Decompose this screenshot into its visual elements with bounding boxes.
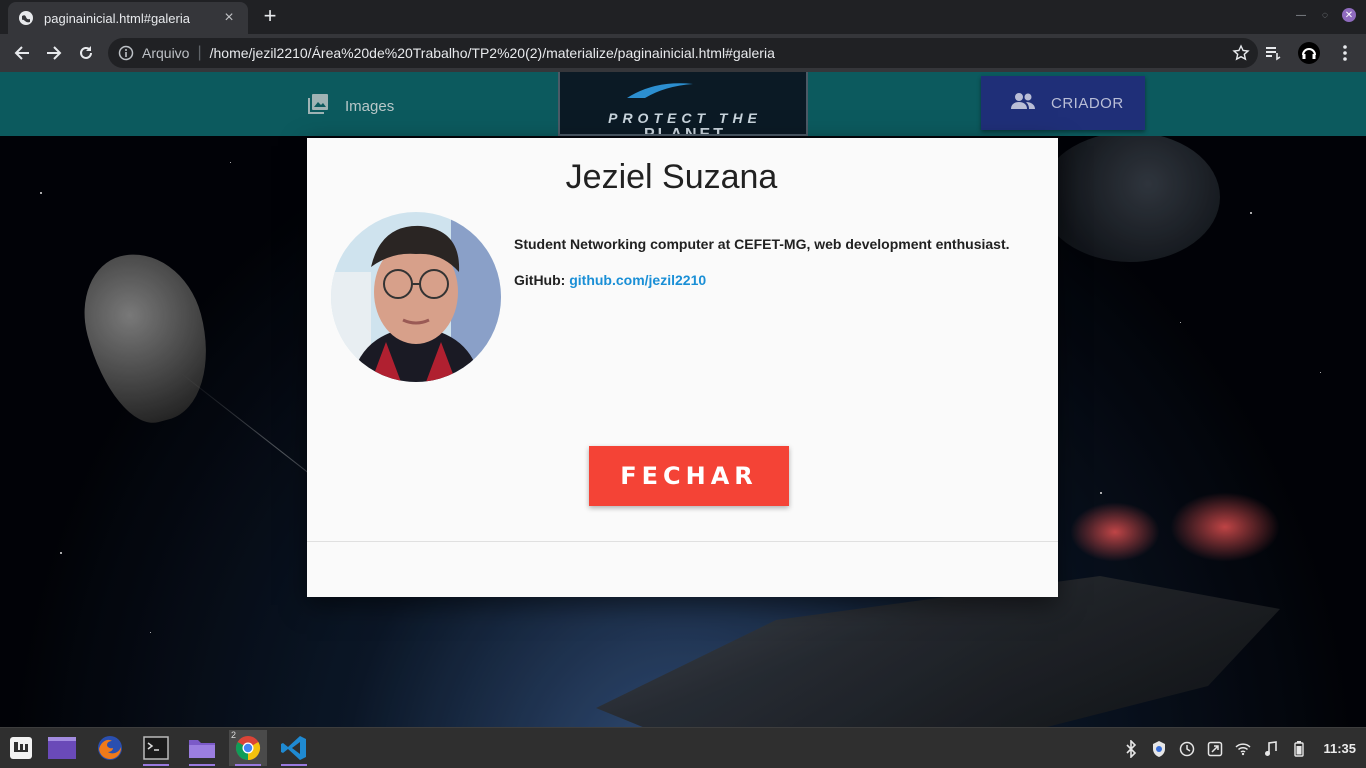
active-indicator	[281, 764, 307, 766]
bookmark-star-icon[interactable]	[1232, 44, 1250, 62]
browser-tab[interactable]: paginainicial.html#galeria ×	[8, 2, 248, 34]
battery-icon[interactable]	[1291, 740, 1307, 757]
back-icon[interactable]	[10, 41, 34, 65]
address-bar[interactable]: Arquivo | /home/jezil2210/Área%20de%20Tr…	[108, 38, 1258, 68]
modal-footer	[307, 541, 1058, 597]
github-prefix: GitHub:	[514, 272, 566, 288]
clock[interactable]: 11:35	[1323, 741, 1356, 757]
github-line: GitHub: github.com/jezil2210	[514, 272, 706, 288]
nav-images-link[interactable]: Images	[307, 93, 394, 119]
active-indicator	[235, 764, 261, 766]
menu-kebab-icon[interactable]	[1334, 42, 1356, 64]
files-folder-icon[interactable]	[183, 730, 221, 766]
site-navbar: Images PROTECT THE PLANET CRIADOR	[0, 72, 1366, 136]
url-text: /home/jezil2210/Área%20de%20Trabalho/TP2…	[209, 45, 775, 61]
creator-bio: Student Networking computer at CEFET-MG,…	[514, 236, 1010, 252]
bluetooth-icon[interactable]	[1123, 739, 1139, 758]
page-viewport: Images PROTECT THE PLANET CRIADOR Jeziel…	[0, 72, 1366, 727]
close-modal-button[interactable]: FECHAR	[589, 446, 789, 506]
people-icon	[1011, 92, 1035, 114]
browser-tabstrip: paginainicial.html#galeria × + — ◌ ✕	[0, 0, 1366, 34]
system-tray: 11:35	[1123, 728, 1356, 768]
reload-icon[interactable]	[74, 41, 98, 65]
new-tab-button[interactable]: +	[258, 5, 282, 29]
reading-list-icon[interactable]	[1262, 42, 1284, 64]
shield-icon[interactable]	[1151, 740, 1167, 757]
terminal-icon[interactable]	[137, 730, 175, 766]
display-icon[interactable]	[1207, 741, 1223, 757]
forward-icon[interactable]	[42, 41, 66, 65]
firefox-icon[interactable]	[91, 730, 129, 766]
os-taskbar: 2 11:35	[0, 727, 1366, 768]
mint-menu-icon[interactable]	[2, 730, 40, 766]
criador-button[interactable]: CRIADOR	[981, 76, 1145, 130]
site-logo[interactable]: PROTECT THE PLANET	[558, 72, 808, 136]
music-note-icon[interactable]	[1263, 740, 1279, 757]
active-indicator	[143, 764, 169, 766]
modal-title: Jeziel Suzana	[565, 158, 778, 196]
minimize-icon[interactable]: —	[1294, 8, 1308, 22]
tab-title: paginainicial.html#galeria	[44, 10, 190, 26]
show-desktop-icon[interactable]	[43, 730, 81, 766]
window-controls: — ◌ ✕	[1294, 8, 1356, 22]
headphones-extension-icon[interactable]	[1298, 42, 1320, 64]
tab-close-icon[interactable]: ×	[220, 9, 238, 27]
logo-text-line2: PLANET	[644, 126, 726, 136]
window-close-icon[interactable]: ✕	[1342, 8, 1356, 22]
avatar	[331, 212, 501, 382]
criador-label: CRIADOR	[1051, 94, 1124, 112]
chrome-icon[interactable]: 2	[229, 730, 267, 766]
scheme-label: Arquivo	[142, 45, 190, 61]
active-indicator	[189, 764, 215, 766]
image-gallery-icon	[307, 93, 329, 119]
updates-icon[interactable]	[1179, 741, 1195, 757]
github-link[interactable]: github.com/jezil2210	[569, 272, 706, 288]
vscode-icon[interactable]	[275, 730, 313, 766]
toolbar-extensions	[1262, 42, 1356, 64]
logo-swoosh-icon	[627, 83, 693, 98]
maximize-icon[interactable]: ◌	[1318, 8, 1332, 22]
wifi-icon[interactable]	[1235, 741, 1251, 757]
window-count-badge: 2	[231, 730, 237, 740]
omnibox-separator: |	[197, 44, 202, 61]
logo-text-line1: PROTECT THE	[608, 110, 762, 126]
globe-icon	[18, 10, 34, 26]
nav-images-label: Images	[345, 97, 395, 115]
browser-toolbar: Arquivo | /home/jezil2210/Área%20de%20Tr…	[0, 34, 1366, 72]
info-icon[interactable]	[118, 45, 134, 61]
creator-modal: Jeziel Suzana Student Networking compute…	[307, 138, 1058, 597]
